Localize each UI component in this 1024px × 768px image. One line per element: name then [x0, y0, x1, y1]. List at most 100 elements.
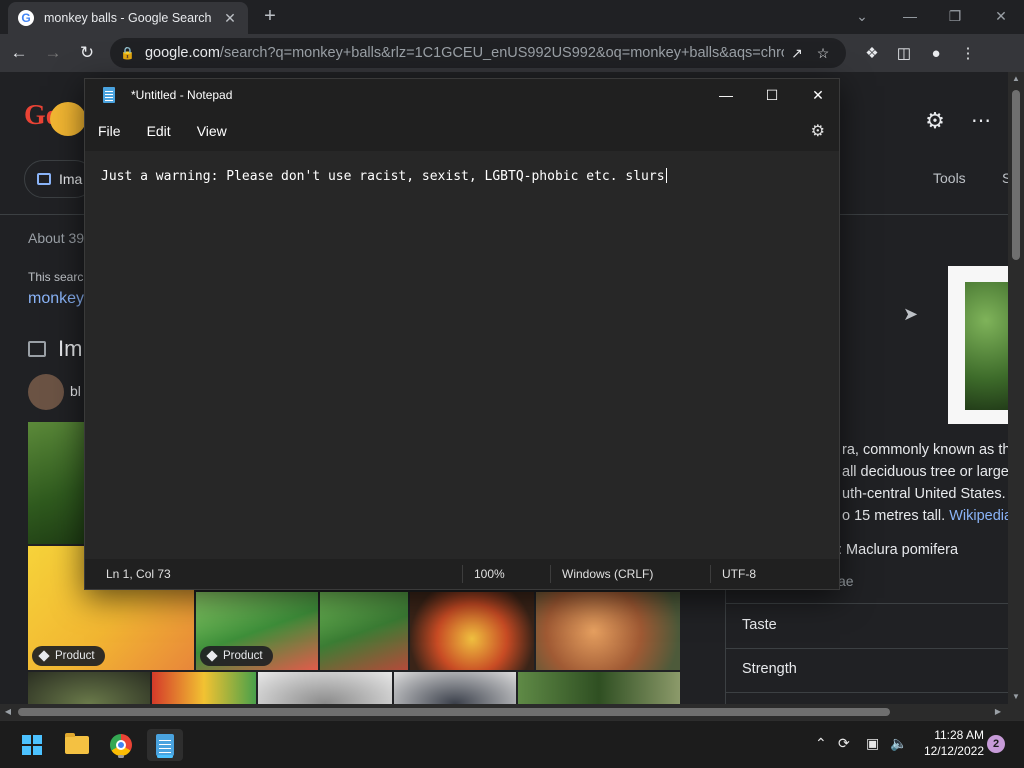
wikipedia-link[interactable]: Wikipedia: [949, 508, 1008, 524]
back-arrow-icon[interactable]: ←: [4, 38, 34, 68]
horizontal-scroll-thumb[interactable]: [18, 708, 890, 716]
kp-divider: [726, 603, 1008, 604]
network-monitor-icon[interactable]: ▣: [866, 735, 879, 752]
result-stats: About 39: [28, 230, 85, 246]
status-zoom: 100%: [474, 567, 505, 581]
scroll-left-arrow-icon[interactable]: ◀: [0, 704, 16, 720]
chrome-taskbar-button[interactable]: [103, 729, 139, 761]
image-result-thumbnail[interactable]: [394, 672, 516, 704]
taskbar-clock[interactable]: 11:28 AM 12/12/2022: [912, 727, 984, 759]
side-panel-icon[interactable]: ◫: [888, 38, 920, 68]
notepad-maximize-icon[interactable]: ☐: [749, 79, 795, 111]
notepad-minimize-icon[interactable]: —: [703, 79, 749, 111]
file-explorer-button[interactable]: [59, 729, 95, 761]
chrome-menu-icon[interactable]: ⋮: [952, 38, 984, 68]
google-g-icon: G: [18, 10, 34, 26]
notepad-app-icon: [103, 87, 115, 103]
notepad-text-area[interactable]: Just a warning: Please don't use racist,…: [85, 151, 839, 559]
share-icon[interactable]: ➤: [903, 304, 918, 325]
kp-scientific-name: : Maclura pomifera: [838, 542, 959, 558]
status-separator: [462, 565, 463, 583]
google-apps-grid-icon[interactable]: ⋯: [968, 108, 994, 134]
notepad-taskbar-button[interactable]: [147, 729, 183, 761]
image-result-thumbnail[interactable]: [28, 422, 84, 544]
image-result-thumbnail[interactable]: [28, 672, 150, 704]
image-result-thumbnail[interactable]: Product: [196, 592, 318, 670]
bookmark-star-icon[interactable]: ☆: [810, 45, 836, 62]
windows-logo-icon: [22, 735, 42, 755]
profile-avatar-icon[interactable]: ●: [920, 38, 952, 68]
reload-icon[interactable]: ↻: [72, 38, 102, 68]
volume-speaker-icon[interactable]: 🔈: [890, 735, 907, 752]
chrome-icon: [110, 734, 132, 756]
image-result-thumbnail[interactable]: [410, 592, 534, 670]
kp-description-line: uth-central United States. It: [842, 486, 1008, 502]
start-button[interactable]: [14, 729, 50, 761]
tray-overflow-chevron-icon[interactable]: ⌃: [815, 735, 827, 752]
notification-count-badge[interactable]: 2: [987, 735, 1005, 753]
clock-time: 11:28 AM: [934, 728, 984, 742]
horizontal-scrollbar[interactable]: ◀ ▶: [0, 704, 1008, 720]
address-bar[interactable]: 🔒 google.com/search?q=monkey+balls&rlz=1…: [110, 38, 846, 68]
scroll-up-arrow-icon[interactable]: ▲: [1008, 72, 1024, 86]
windows-taskbar: ⌃ ⟳ ▣ 🔈: [0, 720, 1024, 768]
kp-row-strength[interactable]: Strength: [742, 661, 797, 677]
settings-gear-icon[interactable]: ⚙: [922, 108, 948, 134]
kp-divider: [726, 692, 1008, 693]
scroll-down-arrow-icon[interactable]: ▼: [1008, 690, 1024, 704]
tab-close-icon[interactable]: ✕: [222, 10, 238, 27]
menu-edit[interactable]: Edit: [134, 123, 184, 139]
images-heading-text: Im: [58, 336, 83, 361]
sync-alert-icon[interactable]: ⟳: [838, 735, 850, 752]
notepad-icon: [156, 734, 174, 756]
notepad-window[interactable]: *Untitled - Notepad — ☐ ✕ File Edit View…: [84, 78, 840, 590]
product-badge: Product: [200, 646, 273, 666]
image-result-thumbnail[interactable]: [320, 592, 408, 670]
notepad-text: Just a warning: Please don't use racist,…: [101, 169, 665, 184]
image-filter-chip-avatar[interactable]: [28, 374, 64, 410]
image-filter-chip-label[interactable]: bl: [70, 383, 81, 399]
search-note: This searc: [28, 270, 84, 284]
minimize-icon[interactable]: —: [890, 4, 930, 28]
browser-close-icon[interactable]: ✕: [981, 4, 1021, 28]
knowledge-panel-image[interactable]: [948, 266, 1008, 424]
kp-row-taste[interactable]: Taste: [742, 617, 777, 633]
menu-file[interactable]: File: [85, 123, 134, 139]
tools-button[interactable]: Tools: [933, 170, 966, 186]
image-result-thumbnail[interactable]: [536, 592, 680, 670]
url-host: google.com: [144, 45, 220, 61]
status-encoding: UTF-8: [722, 567, 756, 581]
folder-icon: [65, 733, 89, 754]
suggested-search-link[interactable]: monkey: [28, 290, 84, 308]
vertical-scrollbar[interactable]: ▲ ▼: [1008, 72, 1024, 704]
image-result-thumbnail[interactable]: [518, 672, 680, 704]
notepad-settings-gear-icon[interactable]: ⚙: [811, 121, 825, 141]
image-result-thumbnail[interactable]: [258, 672, 392, 704]
product-badge-label: Product: [55, 650, 95, 662]
forward-arrow-icon[interactable]: →: [38, 38, 68, 68]
url-path: /search?q=monkey+balls&rlz=1C1GCEU_enUS9…: [219, 45, 784, 61]
kp-description-line: ra, commonly known as the: [842, 442, 1008, 458]
extensions-puzzle-icon[interactable]: ❖: [856, 38, 888, 68]
lock-icon[interactable]: 🔒: [120, 46, 135, 60]
notepad-title-bar[interactable]: *Untitled - Notepad — ☐ ✕: [85, 79, 839, 111]
new-tab-button[interactable]: +: [258, 4, 282, 28]
running-indicator: [157, 755, 173, 758]
browser-tab[interactable]: G monkey balls - Google Search ✕: [8, 2, 248, 34]
kp-description-tail: o 15 metres tall.: [842, 508, 946, 524]
notepad-status-bar: Ln 1, Col 73 100% Windows (CRLF) UTF-8: [85, 559, 839, 589]
restore-icon[interactable]: ❐: [935, 4, 975, 28]
address-url[interactable]: google.com/search?q=monkey+balls&rlz=1C1…: [145, 45, 784, 61]
image-result-thumbnail[interactable]: [152, 672, 256, 704]
running-indicator: [118, 755, 124, 758]
status-line-ending: Windows (CRLF): [562, 567, 654, 581]
scrollbar-corner: [1008, 704, 1024, 720]
share-icon[interactable]: ↗: [784, 45, 810, 62]
google-doodle-logo[interactable]: Go: [24, 100, 88, 140]
image-icon: [37, 173, 51, 185]
vertical-scroll-thumb[interactable]: [1012, 90, 1020, 260]
scroll-right-arrow-icon[interactable]: ▶: [990, 704, 1006, 720]
notepad-close-icon[interactable]: ✕: [795, 79, 841, 111]
tab-search-dropdown-icon[interactable]: ⌄: [842, 4, 882, 28]
menu-view[interactable]: View: [184, 123, 240, 139]
